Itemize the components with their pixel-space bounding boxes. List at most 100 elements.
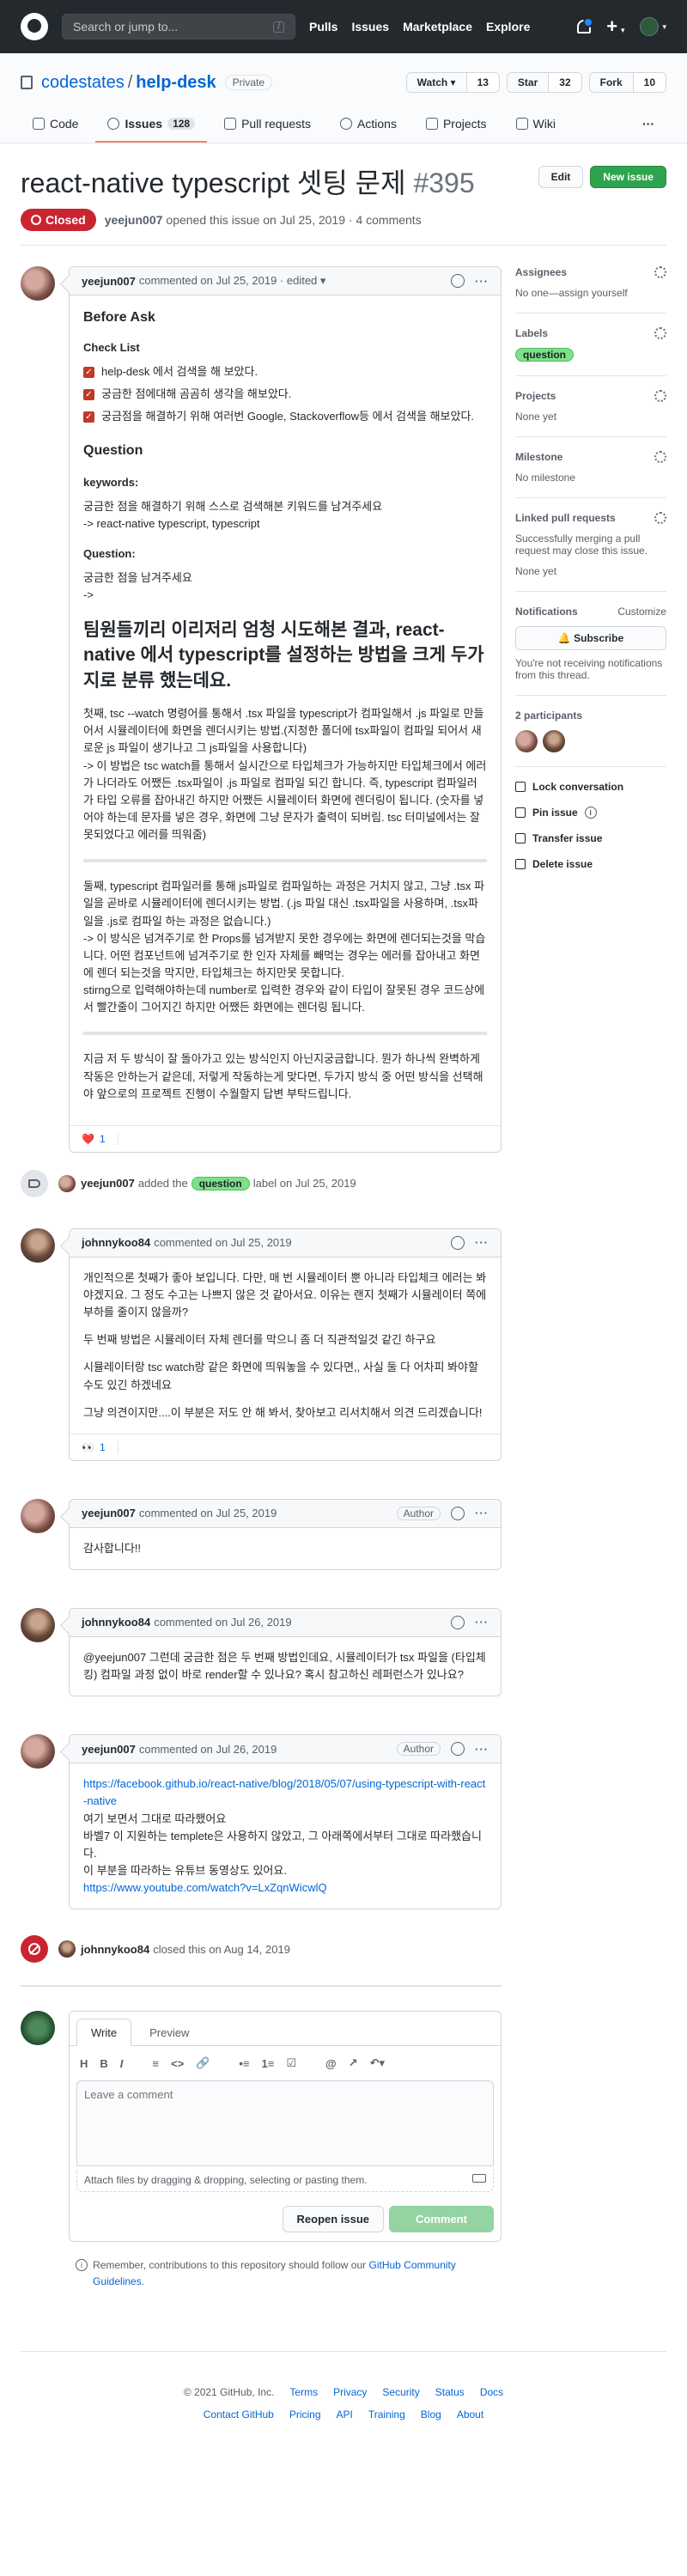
search-input[interactable]: Search or jump to... /	[62, 14, 295, 40]
tab-projects[interactable]: Projects	[414, 110, 499, 143]
reopen-issue-button[interactable]: Reopen issue	[282, 2206, 385, 2233]
tab-issues[interactable]: Issues 128	[95, 110, 208, 143]
smiley-icon[interactable]	[451, 1506, 465, 1520]
comment-author[interactable]: johnnykoo84	[82, 1616, 150, 1629]
footer-link-pricing[interactable]: Pricing	[289, 2409, 321, 2421]
comment-author[interactable]: yeejun007	[82, 1743, 136, 1756]
footer-link-privacy[interactable]: Privacy	[333, 2386, 367, 2398]
footer-link-about[interactable]: About	[457, 2409, 483, 2421]
comment-author[interactable]: johnnykoo84	[82, 1236, 150, 1249]
avatar[interactable]	[21, 1734, 55, 1769]
event-actor[interactable]: yeejun007	[81, 1177, 135, 1190]
checkbox-checked-icon[interactable]: ✓	[83, 366, 94, 378]
footer-link-status[interactable]: Status	[435, 2386, 465, 2398]
comment-options-button[interactable]: ···	[475, 1236, 489, 1249]
tab-pull-requests[interactable]: Pull requests	[212, 110, 323, 143]
event-actor[interactable]: johnnykoo84	[81, 1943, 149, 1956]
tabs-more-button[interactable]: ···	[630, 110, 666, 143]
tab-wiki[interactable]: Wiki	[504, 110, 568, 143]
comment-author[interactable]: yeejun007	[82, 1507, 136, 1519]
smiley-icon[interactable]	[451, 1742, 465, 1757]
checkbox-checked-icon[interactable]: ✓	[83, 411, 94, 423]
reply-icon[interactable]: ↶▾	[370, 2056, 385, 2070]
gear-icon[interactable]	[654, 327, 666, 339]
heart-reaction-button[interactable]: ❤️ 1	[82, 1132, 119, 1145]
italic-icon[interactable]: I	[120, 2057, 124, 2070]
avatar[interactable]	[21, 1227, 55, 1263]
question-label[interactable]: question	[515, 348, 574, 362]
pin-issue-button[interactable]: Pin issue i	[515, 807, 666, 819]
repo-owner-link[interactable]: codestates	[41, 73, 125, 93]
info-icon[interactable]: i	[584, 807, 597, 819]
unordered-list-icon[interactable]: •≡	[239, 2057, 249, 2070]
comment-button[interactable]: Comment	[389, 2206, 494, 2233]
tab-write[interactable]: Write	[76, 2019, 132, 2047]
footer-link-contact[interactable]: Contact GitHub	[204, 2409, 274, 2421]
reference-link[interactable]: https://facebook.github.io/react-native/…	[83, 1777, 485, 1807]
star-button[interactable]: Star 32	[506, 72, 582, 93]
smiley-icon[interactable]	[451, 1615, 465, 1629]
eyes-reaction-button[interactable]: 👀 1	[82, 1440, 119, 1453]
tab-code[interactable]: Code	[21, 110, 90, 143]
github-logo-icon[interactable]	[21, 13, 48, 40]
avatar[interactable]	[58, 1940, 76, 1958]
heading-icon[interactable]: H	[80, 2057, 88, 2070]
comment-meta[interactable]: commented on Jul 25, 2019 · edited ▾	[139, 274, 326, 288]
markdown-icon[interactable]	[472, 2174, 486, 2183]
notifications-bell-icon[interactable]	[577, 17, 594, 33]
nav-issues[interactable]: Issues	[351, 20, 389, 33]
comment-meta[interactable]: commented on Jul 26, 2019	[139, 1743, 277, 1756]
watch-count[interactable]: 13	[466, 73, 499, 92]
footer-link-api[interactable]: API	[337, 2409, 353, 2421]
ordered-list-icon[interactable]: 1≡	[262, 2057, 275, 2070]
link-icon[interactable]: 🔗	[196, 2056, 210, 2070]
comment-meta[interactable]: commented on Jul 25, 2019	[139, 1507, 277, 1519]
gear-icon[interactable]	[654, 451, 666, 463]
tab-actions[interactable]: Actions	[328, 110, 409, 143]
comment-meta[interactable]: commented on Jul 25, 2019	[154, 1236, 291, 1249]
avatar[interactable]	[21, 266, 55, 301]
create-new-menu[interactable]: + ▾	[606, 15, 624, 38]
comment-options-button[interactable]: ···	[475, 1507, 489, 1519]
footer-link-blog[interactable]: Blog	[421, 2409, 441, 2421]
watch-button[interactable]: Watch ▾ 13	[405, 72, 500, 93]
bold-icon[interactable]: B	[100, 2057, 107, 2070]
fork-count[interactable]: 10	[633, 73, 666, 92]
subscribe-button[interactable]: 🔔 Subscribe	[515, 626, 666, 650]
gear-icon[interactable]	[654, 266, 666, 278]
comment-author[interactable]: yeejun007	[82, 275, 136, 288]
nav-explore[interactable]: Explore	[486, 20, 530, 33]
fork-button[interactable]: Fork 10	[588, 72, 666, 93]
star-count[interactable]: 32	[549, 73, 581, 92]
customize-link[interactable]: Customize	[617, 606, 666, 618]
code-icon[interactable]: <>	[171, 2057, 184, 2070]
comment-textarea[interactable]	[76, 2080, 494, 2167]
footer-link-docs[interactable]: Docs	[480, 2386, 503, 2398]
avatar[interactable]	[21, 1498, 55, 1533]
avatar[interactable]	[58, 1174, 76, 1192]
comment-options-button[interactable]: ···	[475, 1616, 489, 1629]
smiley-icon[interactable]	[451, 1235, 465, 1250]
comment-options-button[interactable]: ···	[475, 275, 489, 288]
gear-icon[interactable]	[654, 512, 666, 524]
edit-title-button[interactable]: Edit	[538, 166, 584, 188]
new-issue-button[interactable]: New issue	[590, 166, 666, 188]
quote-icon[interactable]: ≡	[152, 2057, 159, 2070]
smiley-icon[interactable]	[451, 274, 465, 288]
youtube-link[interactable]: https://www.youtube.com/watch?v=LxZqnWic…	[83, 1881, 327, 1894]
comment-meta[interactable]: commented on Jul 26, 2019	[154, 1616, 291, 1629]
avatar[interactable]	[515, 730, 538, 752]
footer-link-training[interactable]: Training	[368, 2409, 405, 2421]
repo-name-link[interactable]: help-desk	[136, 73, 216, 93]
delete-issue-button[interactable]: Delete issue	[515, 858, 666, 870]
tab-preview[interactable]: Preview	[135, 2019, 204, 2046]
gear-icon[interactable]	[654, 390, 666, 402]
issue-author-link[interactable]: yeejun007	[105, 213, 163, 227]
avatar[interactable]	[21, 1607, 55, 1642]
mention-icon[interactable]: @	[325, 2057, 337, 2070]
user-menu[interactable]: ▾	[640, 17, 666, 36]
avatar[interactable]	[543, 730, 565, 752]
comment-options-button[interactable]: ···	[475, 1743, 489, 1756]
nav-pulls[interactable]: Pulls	[309, 20, 337, 33]
footer-link-terms[interactable]: Terms	[289, 2386, 318, 2398]
